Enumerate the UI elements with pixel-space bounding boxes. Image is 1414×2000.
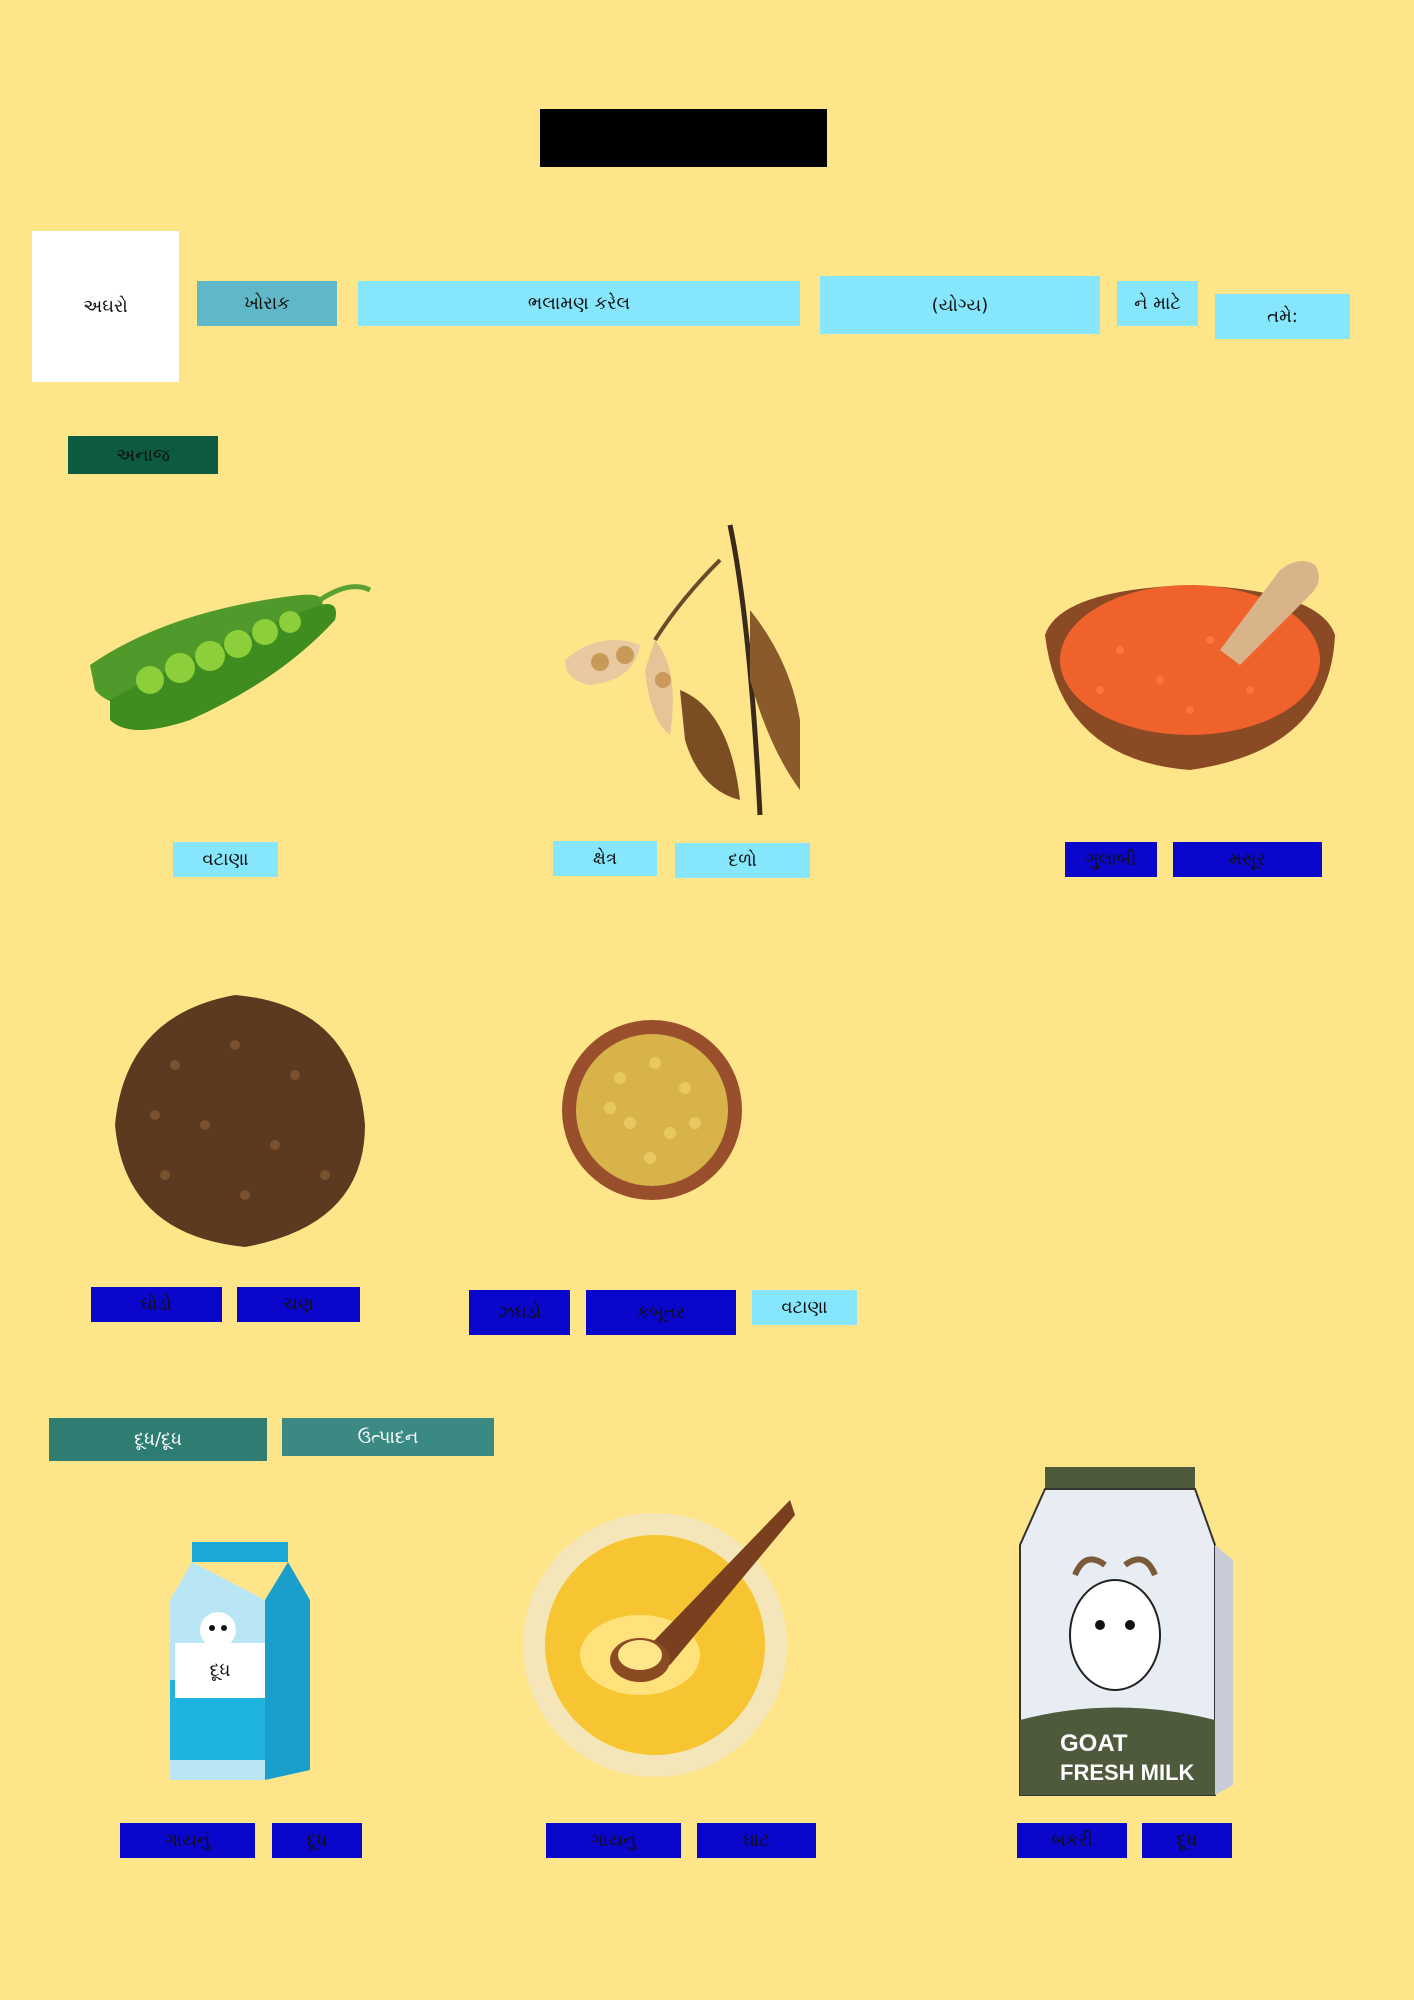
word-peas-2: વટાણા	[752, 1290, 857, 1325]
word-horse: ઘોડો	[91, 1287, 222, 1322]
title-word-for: ને માટે	[1117, 281, 1198, 326]
word-goat: બકરી	[1017, 1823, 1127, 1858]
green-peas-image	[90, 584, 372, 730]
ghee-jar-image	[523, 1500, 795, 1777]
word-milk-1: દૂધ	[272, 1823, 362, 1858]
word-gram: ચણ	[237, 1287, 360, 1322]
word-lentil: મસૂર	[1173, 842, 1322, 877]
word-ghee: ઘાટ	[697, 1823, 816, 1858]
word-cows-2: ગાયનું	[546, 1823, 681, 1858]
word-peas: વટાણા	[173, 842, 278, 877]
title-word-difficult: અઘરો	[32, 231, 179, 382]
word-beans: દળો	[675, 843, 810, 878]
word-quarrel: ઝઘડો	[469, 1290, 570, 1335]
section-label-milk: દૂધ/દૂધ	[49, 1418, 267, 1461]
word-cows-1: ગાયનું	[120, 1823, 255, 1858]
word-pink: ગુલાબી	[1065, 842, 1157, 877]
goat-pack-text-fresh-milk: FRESH MILK	[1060, 1760, 1195, 1785]
red-lentils-image	[1045, 561, 1335, 770]
redacted-title-block	[540, 109, 827, 167]
word-pigeon: કબૂતર	[586, 1290, 736, 1335]
section-label-product: ઉત્પાદન	[282, 1418, 494, 1456]
milk-carton-label: દૂધ	[175, 1643, 265, 1698]
word-milk-2: દૂધ	[1142, 1823, 1232, 1858]
buckwheat-image	[115, 995, 365, 1247]
word-field: ક્ષેત્ર	[553, 841, 657, 876]
title-word-food: ખોરાક	[197, 281, 337, 326]
section-label-grains: અનાજ	[68, 436, 218, 474]
title-word-suitable: (યોગ્ય)	[820, 276, 1100, 334]
split-pigeon-peas-image	[562, 1020, 742, 1200]
title-word-recommended: ભલામણ કરેલ	[358, 281, 800, 326]
goat-pack-text-goat: GOAT	[1060, 1730, 1128, 1757]
title-word-you: તમે:	[1215, 294, 1350, 339]
soybean-pods-image	[565, 524, 800, 816]
